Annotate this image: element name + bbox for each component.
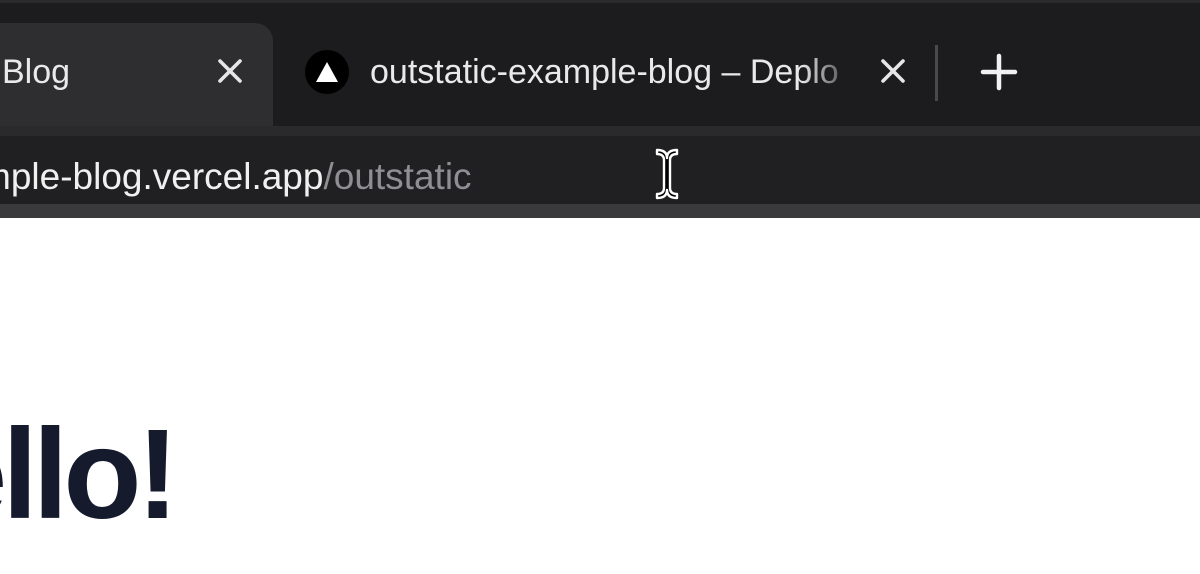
tab-separator xyxy=(935,45,938,101)
url-host: mple-blog.vercel.app xyxy=(0,156,324,197)
text-cursor-icon xyxy=(652,146,682,202)
tab-strip: Blog outstatic-example-blog – Deplo xyxy=(0,0,1200,129)
toolbar-divider xyxy=(0,204,1200,218)
tab-blog[interactable]: Blog xyxy=(0,23,273,129)
page-content: ello! xyxy=(0,218,1200,574)
close-icon[interactable] xyxy=(212,53,248,89)
url-text[interactable]: mple-blog.vercel.app/outstatic xyxy=(0,155,472,199)
tab-outstatic-deployment[interactable]: outstatic-example-blog – Deplo xyxy=(285,23,925,129)
page-heading: ello! xyxy=(0,403,179,546)
browser-window: Blog outstatic-example-blog – Deplo mple… xyxy=(0,0,1200,574)
tab-title: outstatic-example-blog – Deplo xyxy=(370,53,839,91)
close-icon[interactable] xyxy=(875,53,911,89)
url-path: /outstatic xyxy=(323,156,472,197)
new-tab-button[interactable] xyxy=(978,51,1020,93)
browser-toolbar: mple-blog.vercel.app/outstatic xyxy=(0,126,1200,216)
address-bar[interactable]: mple-blog.vercel.app/outstatic xyxy=(0,136,1200,206)
tab-title: Blog xyxy=(2,53,71,91)
vercel-triangle-icon xyxy=(305,50,349,94)
plus-icon xyxy=(980,53,1018,91)
